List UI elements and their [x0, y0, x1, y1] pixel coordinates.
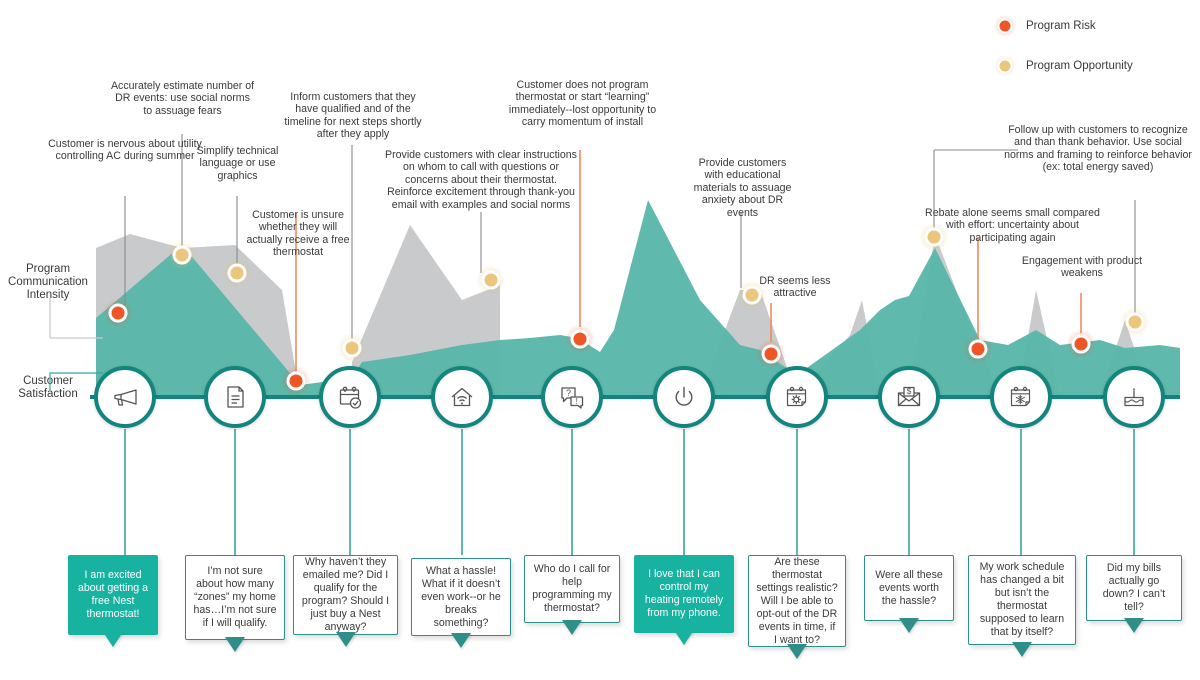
legend-label-program-opportunity: Program Opportunity — [1026, 60, 1133, 72]
annotation-educational-materials: Provide customers with educational mater… — [693, 157, 792, 219]
speech-bubbles-question-icon: ? ! — [557, 382, 587, 412]
bubble-tail — [1012, 642, 1032, 657]
stage-node-summer-dr-event[interactable] — [766, 366, 828, 428]
bubble-tail — [562, 620, 582, 635]
quote-bubble-summer-dr-event[interactable]: Are these thermostat settings realistic?… — [748, 555, 846, 659]
legend-item-program-opportunity[interactable]: Program Opportunity — [994, 46, 1194, 86]
bubble-tail — [1124, 618, 1144, 633]
quote-bubble-awareness[interactable]: I am excited about getting a free Nest t… — [68, 555, 158, 647]
quote-bubble-install[interactable]: What a hassle! What if it doesn’t even w… — [411, 558, 511, 648]
legend-label-program-risk: Program Risk — [1026, 20, 1096, 32]
birthday-cake-icon — [1119, 382, 1149, 412]
quote-bubble-qualification[interactable]: Why haven’t they emailed me? Did I quali… — [293, 555, 398, 647]
bubble-tail — [103, 632, 123, 647]
legend-item-program-risk[interactable]: Program Risk — [994, 6, 1194, 46]
quote-bubble-anniversary[interactable]: Did my bills actually go down? I can’t t… — [1086, 555, 1182, 633]
annotation-simplify-language: Simplify technical language or use graph… — [196, 145, 279, 182]
svg-text:!: ! — [576, 397, 578, 406]
svg-text:?: ? — [566, 388, 571, 398]
calendar-snowflake-icon — [1006, 382, 1036, 412]
marker-risk-no-programming[interactable] — [565, 324, 595, 354]
bubble-tail — [787, 644, 807, 659]
marker-risk-awareness[interactable] — [103, 298, 133, 328]
marker-risk-rebate-small[interactable] — [963, 334, 993, 364]
legend: Program Risk Program Opportunity — [994, 6, 1194, 86]
annotation-follow-up-recognize: Follow up with customers to recognize an… — [1004, 124, 1192, 174]
annotation-clear-instructions-thankyou: Provide customers with clear instruction… — [385, 149, 577, 211]
stage-node-application[interactable] — [204, 366, 266, 428]
megaphone-icon — [110, 382, 140, 412]
envelope-dollar-icon: $ — [894, 382, 924, 412]
marker-opportunity-inform-timeline[interactable] — [337, 333, 367, 363]
marker-opportunity-clear-instructions[interactable] — [476, 265, 506, 295]
quote-bubble-application[interactable]: I’m not sure about how many “zones” my h… — [185, 555, 285, 652]
marker-opportunity-follow-up[interactable] — [919, 222, 949, 252]
svg-text:$: $ — [907, 386, 912, 396]
marker-risk-dr-less-attractive[interactable] — [756, 339, 786, 369]
bubble-tail — [674, 630, 694, 645]
stage-node-anniversary[interactable] — [1103, 366, 1165, 428]
annotation-estimate-dr-events: Accurately estimate number of DR events:… — [110, 80, 255, 117]
marker-opportunity-simplify[interactable] — [222, 258, 252, 288]
marker-risk-engagement-weakens[interactable] — [1066, 329, 1096, 359]
calendar-check-icon — [335, 382, 365, 412]
annotation-inform-qualified-timeline: Inform customers that they have qualifie… — [284, 91, 422, 141]
document-icon — [220, 382, 250, 412]
bubble-tail — [451, 633, 471, 648]
bubble-tail — [335, 632, 356, 647]
bubble-tail — [225, 637, 245, 652]
annotation-rebate-small-effort: Rebate alone seems small compared with e… — [925, 207, 1100, 244]
calendar-sun-icon — [782, 382, 812, 412]
stage-node-rebate[interactable]: $ — [878, 366, 940, 428]
stage-node-activation[interactable] — [653, 366, 715, 428]
power-button-icon — [669, 382, 699, 412]
annotation-unsure-free-thermostat: Customer is unsure whether they will act… — [246, 209, 350, 259]
journey-map-canvas: Program Communication Intensity Customer… — [0, 0, 1200, 680]
annotation-no-program-lost-momentum: Customer does not program thermostat or … — [508, 79, 657, 129]
annotation-engagement-weakens: Engagement with product weakens — [1021, 255, 1143, 280]
program-opportunity-icon — [994, 55, 1016, 77]
stage-node-install[interactable] — [431, 366, 493, 428]
quote-bubble-activation[interactable]: I love that I can control my heating rem… — [634, 555, 734, 645]
stage-node-qualification[interactable] — [319, 366, 381, 428]
stage-node-support[interactable]: ? ! — [541, 366, 603, 428]
quote-bubble-winter-dr-event[interactable]: My work schedule has changed a bit but i… — [968, 555, 1076, 657]
stage-node-awareness[interactable] — [94, 366, 156, 428]
bubble-tail — [899, 618, 919, 633]
quote-bubble-rebate[interactable]: Were all these events worth the hassle? — [864, 555, 954, 633]
program-risk-icon — [994, 15, 1016, 37]
home-wifi-icon — [447, 382, 477, 412]
marker-opportunity-estimate[interactable] — [167, 240, 197, 270]
marker-opportunity-education[interactable] — [737, 280, 767, 310]
quote-bubble-support[interactable]: Who do I call for help programming my th… — [524, 555, 620, 635]
stage-node-winter-dr-event[interactable] — [990, 366, 1052, 428]
marker-opportunity-anniversary[interactable] — [1120, 307, 1150, 337]
